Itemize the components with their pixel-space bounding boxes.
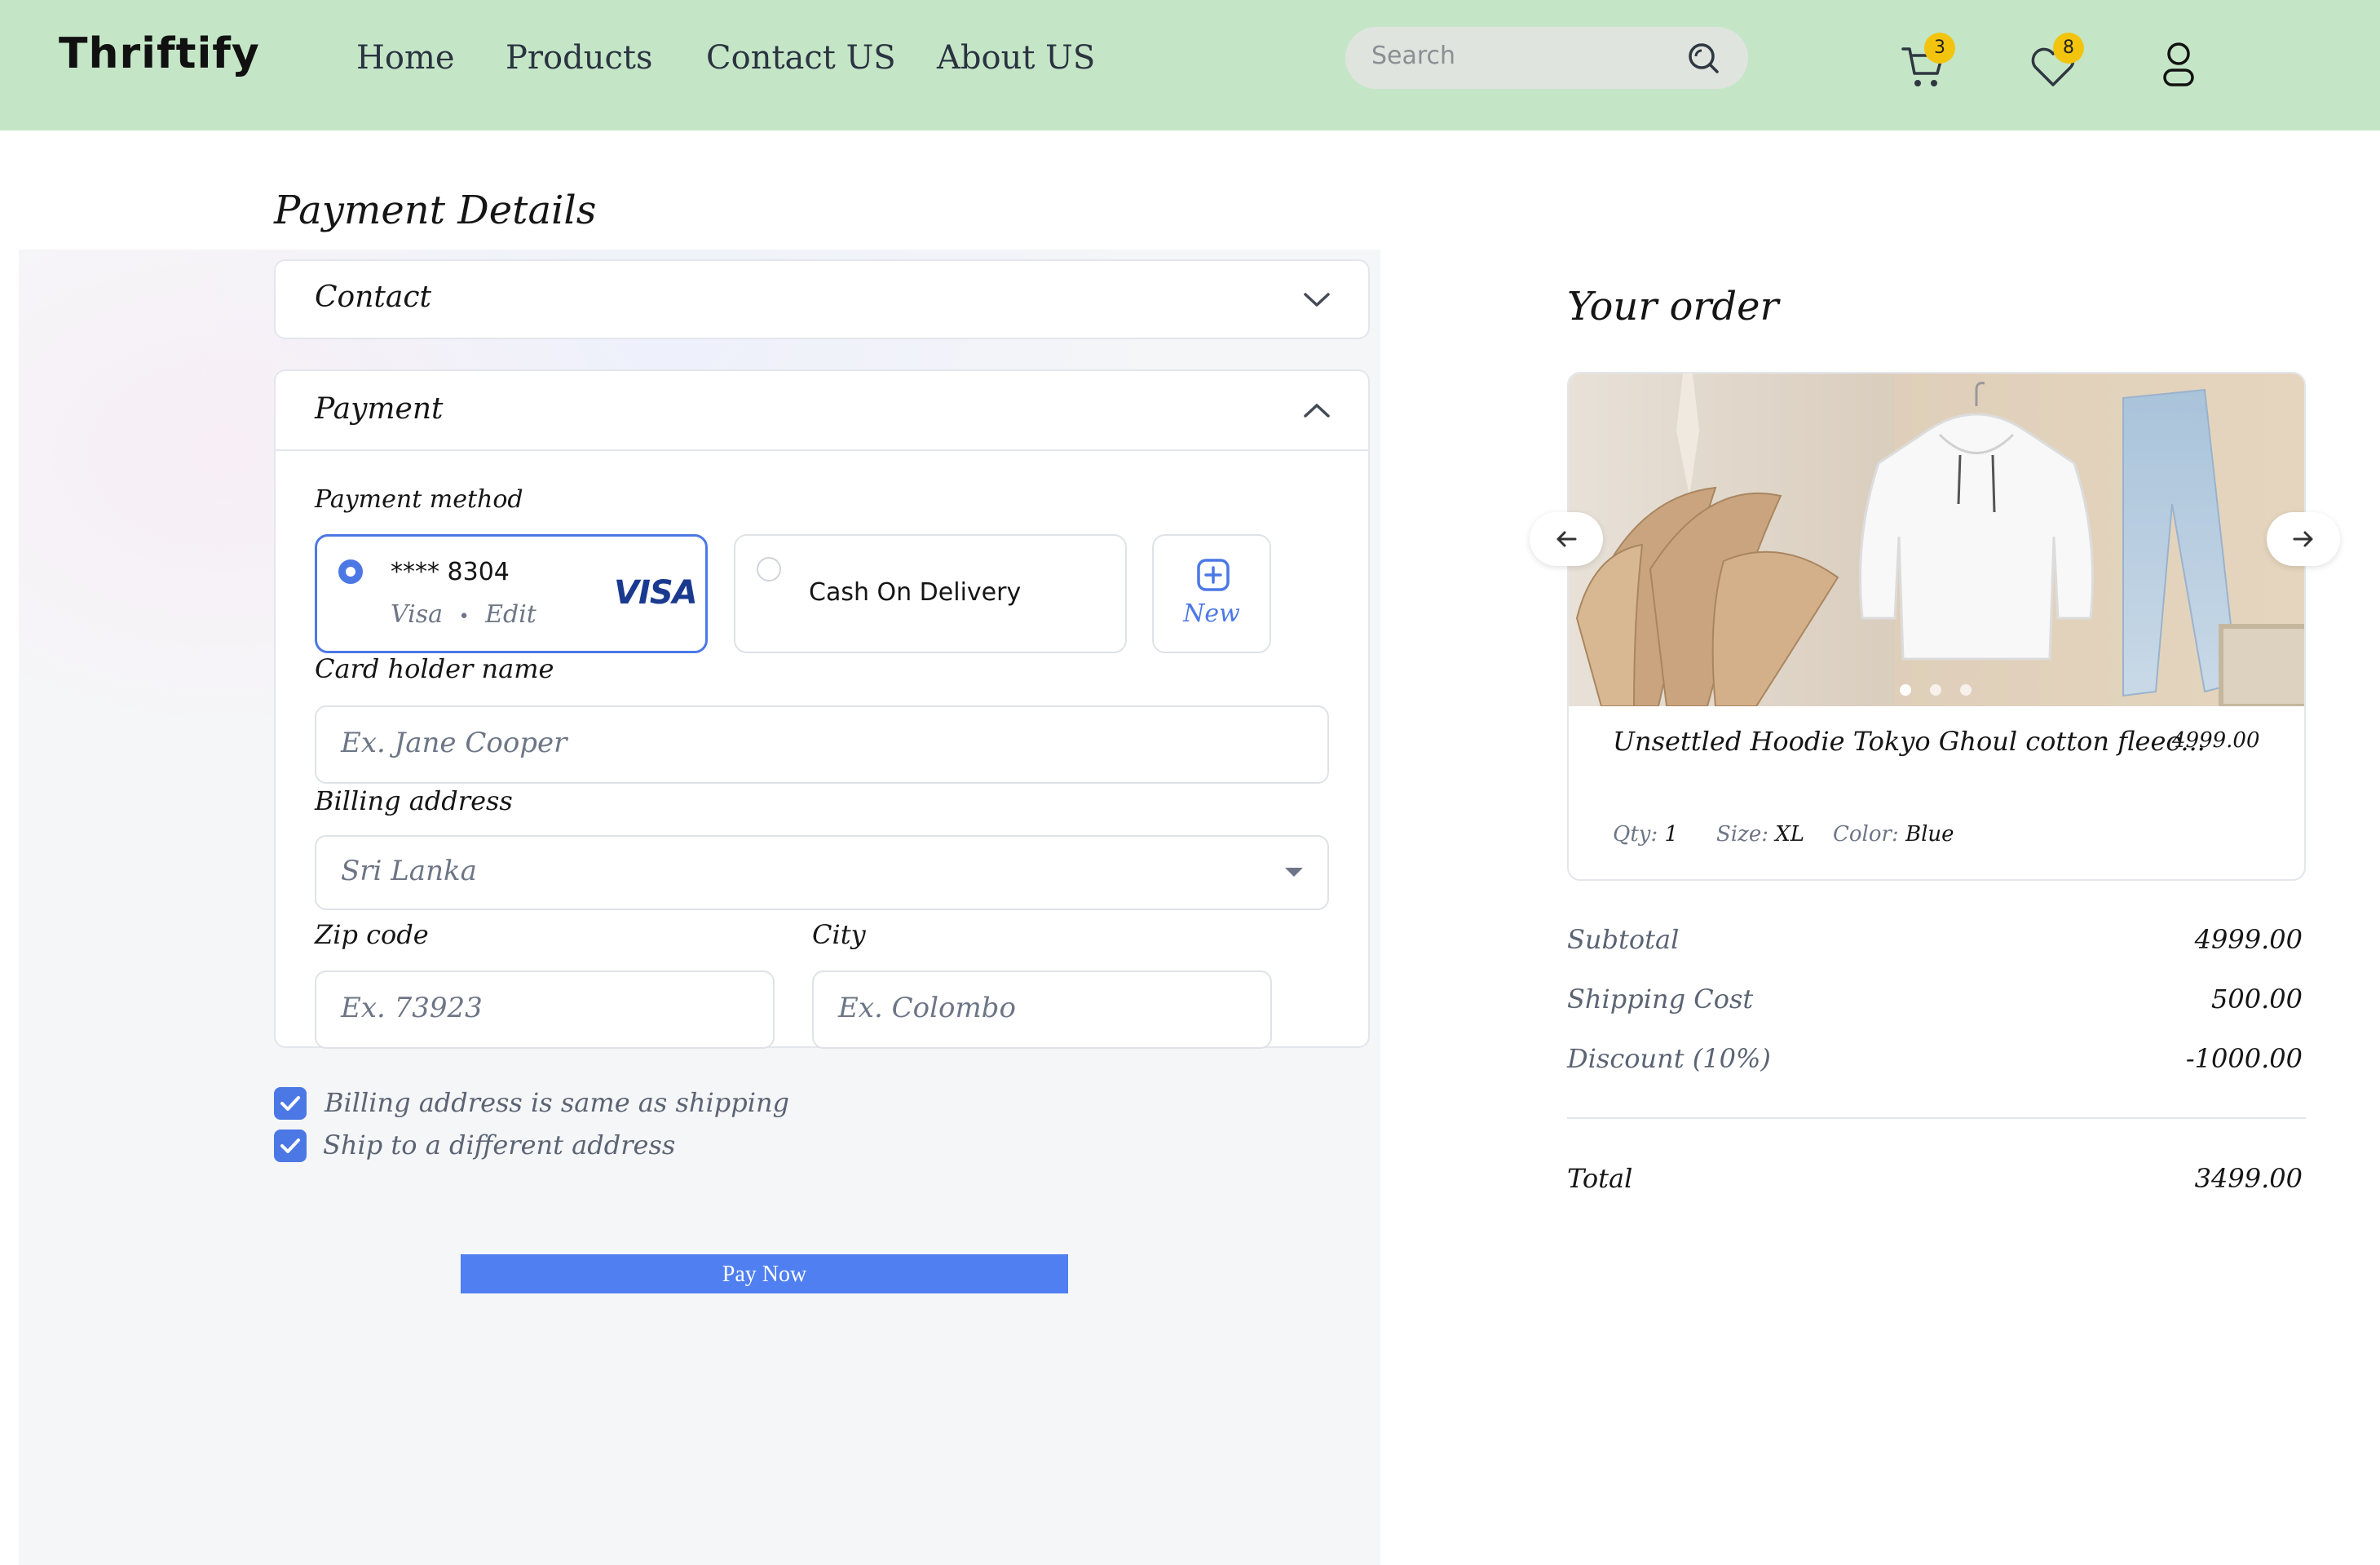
zip-code-input[interactable]: Ex. 73923 (315, 970, 775, 1049)
zip-code-label: Zip code (315, 919, 429, 950)
brand-logo[interactable]: Thriftify (59, 29, 260, 78)
card-holder-input[interactable]: Ex. Jane Cooper (315, 705, 1329, 784)
user-icon (2163, 42, 2194, 86)
card-separator: • (458, 607, 470, 627)
cod-radio[interactable] (757, 557, 781, 581)
payment-accordion-title[interactable]: Payment (315, 392, 444, 426)
card-holder-label: Card holder name (315, 653, 554, 684)
account-button[interactable] (2157, 38, 2206, 93)
same-as-shipping-label[interactable]: Billing address is same as shipping (325, 1087, 789, 1118)
page-title: Payment Details (274, 188, 597, 233)
pay-now-button[interactable]: Pay Now (461, 1254, 1068, 1293)
check-icon (280, 1096, 300, 1111)
cash-on-delivery-option[interactable]: Cash On Delivery (734, 534, 1127, 653)
subtotal-label: Subtotal (1567, 924, 1680, 955)
card-number: **** 8304 (391, 558, 510, 586)
nav-link-about[interactable]: About US (937, 39, 1095, 77)
order-product-card (1567, 372, 2306, 881)
arrow-left-icon (1556, 531, 1577, 547)
chevron-up-icon[interactable] (1300, 400, 1333, 420)
ship-different-label[interactable]: Ship to a different address (323, 1130, 675, 1160)
product-name[interactable]: Unsettled Hoodie Tokyo Ghoul cotton flee… (1613, 726, 2206, 757)
payment-method-label: Payment method (315, 485, 523, 514)
product-qty: Qty: 1 (1613, 822, 1678, 847)
city-label: City (812, 919, 866, 950)
search-placeholder: Search (1371, 42, 1456, 70)
cart-button[interactable]: 3 (1900, 33, 1955, 93)
total-value: 3499.00 (2194, 1163, 2303, 1194)
cod-label: Cash On Delivery (809, 578, 1022, 607)
card-holder-placeholder: Ex. Jane Cooper (341, 727, 567, 759)
subtotal-value: 4999.00 (2194, 924, 2303, 955)
payment-header-divider (276, 449, 1368, 451)
product-image-carousel[interactable] (1569, 374, 2306, 706)
billing-address-label: Billing address (315, 785, 513, 816)
caret-down-icon (1285, 868, 1303, 877)
nav-link-home[interactable]: Home (356, 39, 455, 77)
zip-code-placeholder: Ex. 73923 (341, 992, 483, 1024)
plus-square-icon (1197, 559, 1230, 591)
card-type: Visa (391, 600, 444, 629)
wishlist-count-badge: 8 (2053, 33, 2084, 64)
order-title: Your order (1567, 284, 1779, 329)
qty-label: Qty: (1613, 822, 1658, 847)
arrow-right-icon (2293, 531, 2313, 547)
search-input[interactable]: Search (1345, 27, 1748, 89)
saved-card-option[interactable]: **** 8304 Visa • Edit VISA (315, 534, 708, 653)
chevron-down-icon[interactable] (1300, 290, 1333, 310)
discount-value: -1000.00 (2185, 1043, 2303, 1074)
add-new-card-button[interactable]: New (1152, 534, 1271, 653)
product-size: Size: XL (1716, 822, 1804, 847)
contact-accordion[interactable]: Contact (274, 259, 1370, 339)
cart-count-badge: 3 (1924, 33, 1955, 64)
contact-accordion-title: Contact (315, 281, 431, 314)
size-label: Size: (1716, 822, 1768, 847)
search-icon[interactable] (1686, 40, 1722, 76)
wishlist-button[interactable]: 8 (2029, 33, 2084, 93)
nav-link-contact[interactable]: Contact US (706, 39, 896, 77)
shipping-cost-value: 500.00 (2211, 984, 2303, 1015)
ship-different-checkbox[interactable] (274, 1130, 307, 1162)
city-input[interactable]: Ex. Colombo (812, 970, 1272, 1049)
size-value: XL (1775, 822, 1805, 847)
carousel-prev-button[interactable] (1530, 512, 1603, 566)
same-as-shipping-checkbox[interactable] (274, 1087, 307, 1120)
product-color: Color: Blue (1833, 822, 1954, 847)
qty-value: 1 (1664, 822, 1679, 847)
color-label: Color: (1833, 822, 1899, 847)
nav-link-products[interactable]: Products (506, 39, 653, 77)
product-price: 4999.00 (2172, 728, 2260, 753)
saved-card-radio[interactable] (338, 559, 363, 584)
discount-label: Discount (10%) (1567, 1043, 1771, 1074)
visa-logo: VISA (614, 574, 698, 612)
color-value: Blue (1905, 822, 1954, 847)
billing-country-select[interactable]: Sri Lanka (315, 835, 1329, 910)
carousel-next-button[interactable] (2267, 512, 2340, 566)
top-navbar: Thriftify Home Products Contact US About… (0, 0, 2380, 130)
check-icon (280, 1138, 300, 1153)
billing-country-value: Sri Lanka (341, 855, 477, 887)
payment-accordion: Payment Payment method **** 8304 Visa • … (274, 369, 1370, 1049)
city-placeholder: Ex. Colombo (838, 992, 1016, 1024)
card-edit-link[interactable]: Edit (485, 600, 536, 629)
new-card-label: New (1183, 599, 1240, 628)
summary-divider (1567, 1117, 2306, 1119)
total-label: Total (1567, 1163, 1633, 1194)
shipping-cost-label: Shipping Cost (1567, 984, 1754, 1015)
